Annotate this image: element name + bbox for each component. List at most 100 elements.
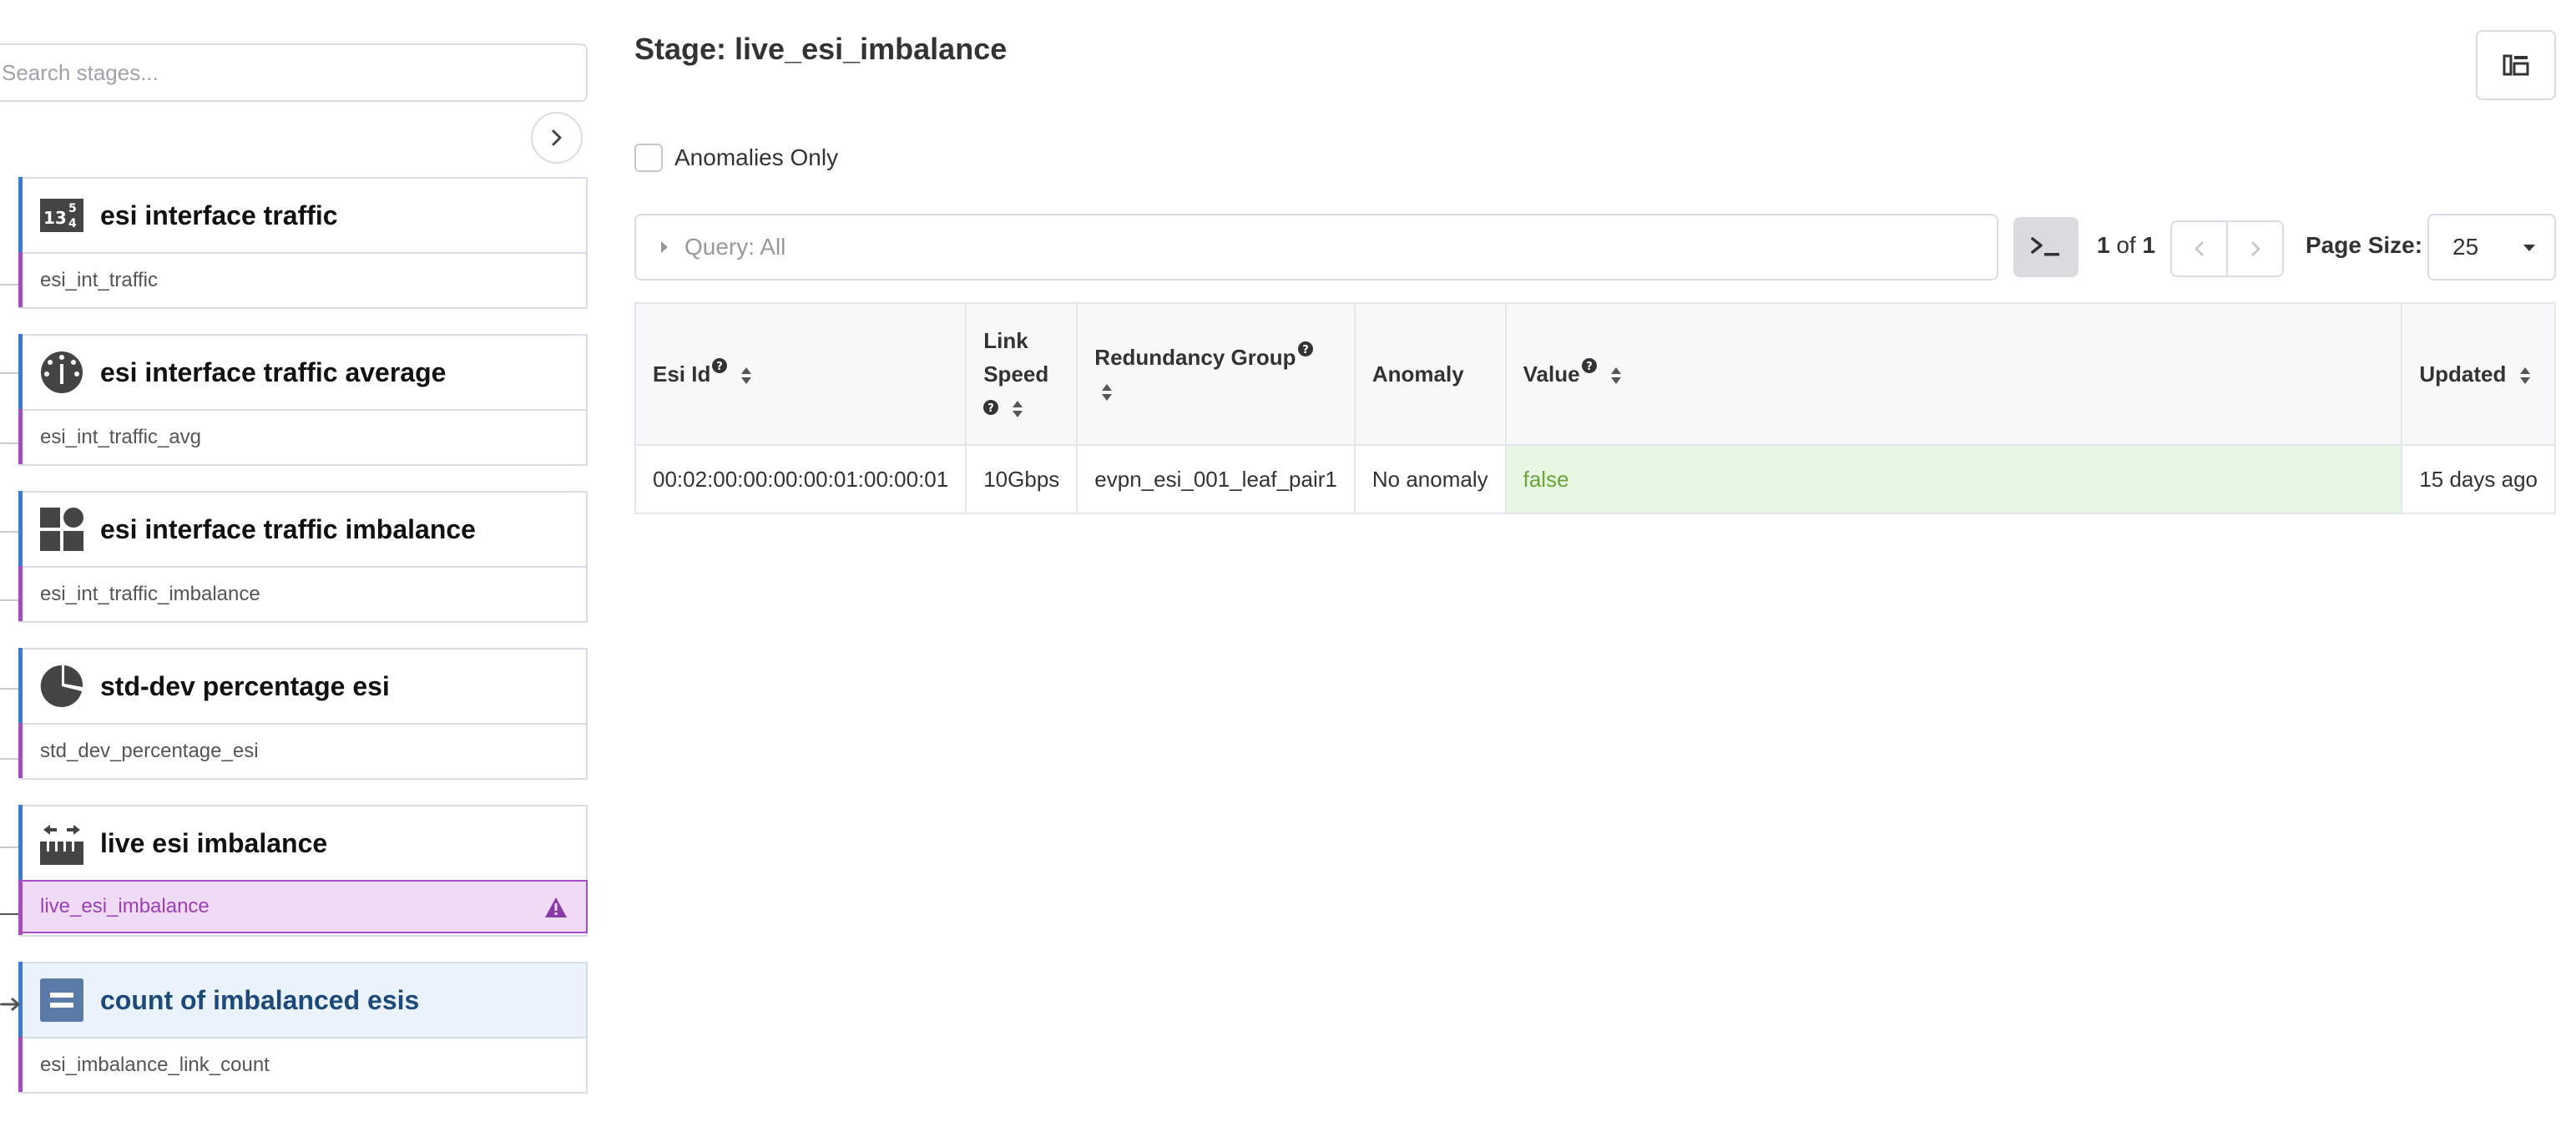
- header-label: Updated: [2419, 361, 2507, 387]
- stage-card-std-dev-percentage-esi[interactable]: std-dev percentage esi std_dev_percentag…: [18, 648, 588, 780]
- help-icon[interactable]: ?: [1297, 341, 1313, 357]
- search-placeholder: Search stages...: [2, 59, 159, 85]
- connector-line: [0, 688, 18, 690]
- numbers-table-icon: 13 5 4: [40, 194, 83, 237]
- stage-name[interactable]: std_dev_percentage_esi: [18, 723, 586, 778]
- terminal-icon: [2031, 237, 2059, 256]
- header-label: Anomaly: [1371, 361, 1464, 387]
- arrow-right-icon: [2, 997, 21, 1012]
- column-header-anomaly: Anomaly: [1353, 302, 1507, 446]
- query-expander[interactable]: Query: All: [634, 214, 1998, 280]
- stage-card-live-esi-imbalance[interactable]: live esi imbalance live_esi_imbalance: [18, 805, 588, 937]
- anomalies-only-toggle[interactable]: Anomalies Only: [634, 144, 838, 172]
- blocks-icon: [40, 508, 83, 551]
- connector-line: [0, 913, 18, 915]
- stage-name-text: esi_int_traffic_avg: [40, 426, 202, 448]
- cell-esi-id: 00:02:00:00:00:00:01:00:00:01: [634, 444, 967, 514]
- stage-name-active[interactable]: live_esi_imbalance: [18, 880, 588, 935]
- sort-icon[interactable]: [1012, 399, 1023, 419]
- stage-card-esi-interface-traffic-average[interactable]: esi interface traffic average esi_int_tr…: [18, 334, 588, 466]
- stage-name[interactable]: esi_int_traffic_imbalance: [18, 566, 586, 621]
- connector-line: [0, 372, 18, 374]
- connector-line: [0, 442, 18, 444]
- stage-data-table: Esi Id? Link Speed ? Redundancy Group? A…: [634, 302, 2556, 514]
- cell-anomaly: No anomaly: [1353, 444, 1507, 514]
- page-size-select[interactable]: 25: [2427, 214, 2556, 280]
- anomalies-only-label: Anomalies Only: [674, 144, 839, 170]
- cell-value: false: [1504, 444, 2403, 514]
- column-header-redundancy-group[interactable]: Redundancy Group?: [1076, 302, 1356, 446]
- query-console-button[interactable]: [2013, 217, 2078, 277]
- pager-total: 1: [2142, 232, 2156, 258]
- stage-name-text: esi_int_traffic_imbalance: [40, 583, 260, 605]
- stage-name[interactable]: esi_imbalance_link_count: [18, 1037, 586, 1092]
- anomalies-only-checkbox[interactable]: [634, 144, 663, 172]
- stage-name-text: std_dev_percentage_esi: [40, 740, 259, 762]
- pie-chart-icon: [40, 665, 83, 708]
- connector-line: [0, 758, 18, 760]
- warning-icon: [545, 897, 567, 917]
- svg-text:5: 5: [68, 202, 77, 215]
- cell-updated: 15 days ago: [2401, 444, 2556, 514]
- chevron-right-icon: [2250, 241, 2260, 256]
- page-title: Stage: live_esi_imbalance: [634, 32, 1008, 66]
- chevron-right-icon: [552, 129, 562, 146]
- stage-card-esi-interface-traffic-imbalance[interactable]: esi interface traffic imbalance esi_int_…: [18, 491, 588, 623]
- chevron-left-icon: [2194, 241, 2204, 256]
- page-size-label: Page Size:: [2306, 232, 2423, 258]
- sort-icon[interactable]: [1101, 382, 1113, 402]
- query-label: Query: All: [684, 234, 786, 260]
- help-icon[interactable]: ?: [983, 400, 999, 415]
- stage-name-text: esi_int_traffic: [40, 269, 158, 291]
- pager-of: of: [2116, 232, 2136, 258]
- column-header-esi-id[interactable]: Esi Id?: [634, 302, 967, 446]
- stage-title: live esi imbalance: [100, 827, 328, 858]
- stage-name[interactable]: esi_int_traffic: [18, 252, 586, 307]
- column-header-value[interactable]: Value?: [1504, 302, 2403, 446]
- header-label: Esi Id: [653, 361, 711, 387]
- search-stages-input[interactable]: Search stages...: [0, 43, 588, 102]
- layout-toggle-button[interactable]: [2476, 30, 2556, 100]
- page-size-value: 25: [2452, 234, 2479, 260]
- header-label: Value: [1523, 361, 1580, 387]
- stage-name-text: esi_imbalance_link_count: [40, 1054, 270, 1076]
- svg-text:?: ?: [1302, 344, 1309, 356]
- cell-redundancy-group: evpn_esi_001_leaf_pair1: [1076, 444, 1356, 514]
- pager-status: 1 of 1: [2097, 232, 2155, 259]
- sort-icon[interactable]: [2519, 366, 2531, 386]
- help-icon[interactable]: ?: [1581, 358, 1597, 374]
- svg-text:4: 4: [68, 217, 77, 230]
- ruler-arrows-icon: [40, 821, 83, 865]
- stage-title: esi interface traffic: [100, 200, 338, 230]
- caret-down-icon: [2523, 245, 2535, 251]
- connector-line: [0, 284, 18, 286]
- help-icon[interactable]: ?: [712, 358, 728, 374]
- svg-text:13: 13: [43, 208, 67, 228]
- stage-card-count-of-imbalanced-esis[interactable]: count of imbalanced esis esi_imbalance_l…: [18, 962, 588, 1094]
- stage-name-text: live_esi_imbalance: [40, 895, 210, 917]
- stage-card-esi-interface-traffic[interactable]: 13 5 4 esi interface traffic esi_int_tra…: [18, 177, 588, 309]
- pager-nav: [2170, 220, 2284, 277]
- sort-icon[interactable]: [740, 366, 752, 386]
- prev-page-button[interactable]: [2172, 222, 2226, 275]
- svg-text:?: ?: [987, 402, 994, 415]
- column-header-link-speed[interactable]: Link Speed ?: [965, 302, 1078, 446]
- stage-title: esi interface traffic average: [100, 356, 447, 387]
- stage-title: esi interface traffic imbalance: [100, 513, 476, 544]
- expand-panel-button[interactable]: [531, 112, 583, 164]
- caret-right-icon: [661, 241, 668, 253]
- header-label: Link: [983, 328, 1028, 353]
- stage-title: count of imbalanced esis: [100, 984, 420, 1015]
- equals-icon: [40, 978, 83, 1022]
- connector-line: [0, 847, 18, 848]
- stage-name[interactable]: esi_int_traffic_avg: [18, 409, 586, 464]
- layout-icon: [2503, 54, 2529, 76]
- next-page-button[interactable]: [2226, 222, 2282, 275]
- sort-icon[interactable]: [1610, 366, 1622, 386]
- stage-title: std-dev percentage esi: [100, 670, 390, 701]
- column-header-updated[interactable]: Updated: [2401, 302, 2556, 446]
- header-label: Redundancy Group: [1094, 345, 1296, 370]
- table-row: 00:02:00:00:00:00:01:00:00:01 10Gbps evp…: [634, 444, 2556, 514]
- gauge-icon: [40, 351, 83, 394]
- connector-line: [0, 599, 18, 601]
